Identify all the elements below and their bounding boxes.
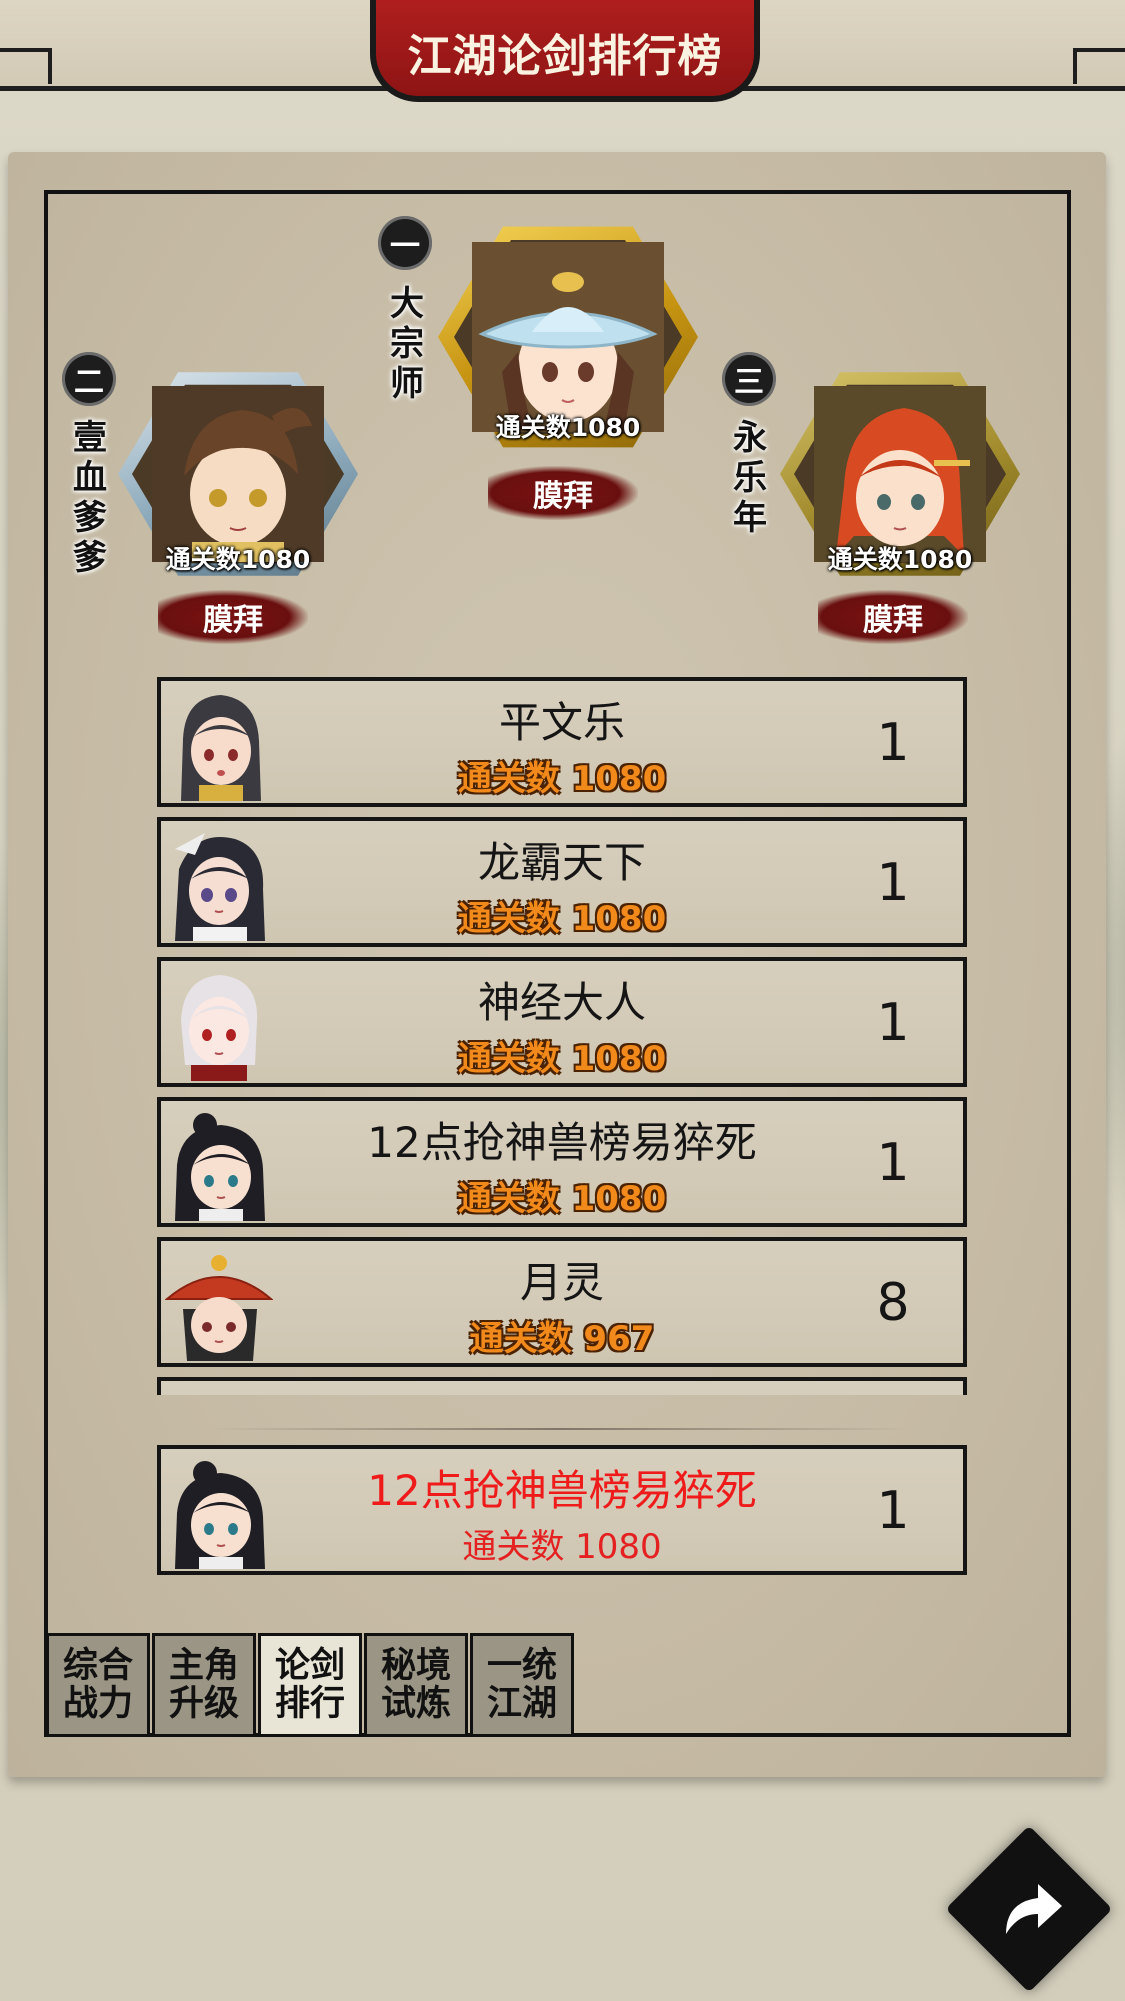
player-score: 通关数 1080 [457,759,667,799]
podium-second-worship-button[interactable]: 膜拜 [158,590,308,644]
ranking-row[interactable]: 月灵 通关数 967 8 [157,1237,967,1367]
podium-second-rank-badge: 二 [62,352,116,406]
podium-first-rank-badge: 一 [378,216,432,270]
podium-second[interactable]: 通关数1080 [118,368,358,580]
page-title: 江湖论剑排行榜 [407,31,723,82]
title-banner: 江湖论剑排行榜 [370,0,760,102]
player-avatar [165,1109,273,1221]
player-rank: 8 [876,1273,910,1333]
podium-second-name: 壹 血 爹 爹 [73,418,107,578]
podium-third[interactable]: 通关数1080 [780,368,1020,580]
player-name: 平文乐 [498,698,625,747]
podium-third-rank-badge: 三 [722,352,776,406]
player-rank: 1 [876,713,910,773]
my-score: 通关数 1080 [462,1527,662,1567]
podium-first-score: 通关数1080 [495,413,641,442]
tab-overall-power[interactable]: 综合 战力 [46,1633,150,1737]
return-arrow-icon[interactable] [992,1868,1072,1948]
tab-unify-jianghu[interactable]: 一统 江湖 [470,1633,574,1737]
tab-hero-level[interactable]: 主角 升级 [152,1633,256,1737]
tab-secret-trial[interactable]: 秘境 试炼 [364,1633,468,1737]
category-tabs: 综合 战力 主角 升级 论剑 排行 秘境 试炼 一统 江湖 [46,1633,576,1737]
podium-third-worship-button[interactable]: 膜拜 [818,590,968,644]
podium-first-name: 大 宗 师 [390,284,424,404]
tab-sword-ranking[interactable]: 论剑 排行 [258,1633,362,1737]
corner-ornament-left [0,48,52,84]
ranking-row[interactable]: 龙霸天下 通关数 1080 1 [157,817,967,947]
podium-first[interactable]: 通关数1080 [438,222,698,452]
player-avatar [165,969,273,1081]
player-score: 通关数 1080 [457,1039,667,1079]
my-avatar [165,1457,273,1569]
podium-first-worship-button[interactable]: 膜拜 [488,466,638,520]
my-rank-row[interactable]: 12点抢神兽榜易猝死 通关数 1080 1 [157,1445,967,1575]
list-divider [210,1428,910,1430]
player-score: 通关数 967 [469,1319,655,1359]
podium-third-score: 通关数1080 [827,545,973,574]
player-rank: 1 [876,993,910,1053]
player-score: 通关数 1080 [457,899,667,939]
player-score: 通关数 1080 [457,1179,667,1219]
ranking-row[interactable]: 神经大人 通关数 1080 1 [157,957,967,1087]
player-name: 神经大人 [477,978,646,1027]
player-avatar [165,829,273,941]
player-rank: 1 [876,853,910,913]
ranking-row[interactable]: 平文乐 通关数 1080 1 [157,677,967,807]
ranking-list[interactable]: 平文乐 通关数 1080 1 龙霸天下 通关数 1080 1 神经大人 通关数 … [155,675,969,1395]
podium-second-score: 通关数1080 [165,545,311,574]
podium-first-avatar [472,242,664,432]
podium-third-name: 永 乐 年 [733,418,767,538]
ranking-row[interactable] [157,1377,967,1395]
corner-ornament-right [1073,48,1125,84]
my-name: 12点抢神兽榜易猝死 [367,1466,757,1515]
player-name: 龙霸天下 [477,838,646,887]
podium-second-avatar [152,386,324,562]
player-avatar [165,689,273,801]
player-name: 月灵 [519,1258,604,1307]
ranking-row[interactable]: 12点抢神兽榜易猝死 通关数 1080 1 [157,1097,967,1227]
podium-third-avatar [814,386,986,562]
my-rank: 1 [876,1481,910,1541]
player-avatar [165,1249,273,1361]
player-rank: 1 [876,1133,910,1193]
leaderboard-screen: 江湖论剑排行榜 通关数1080 一 大 宗 师 膜拜 通关数1080 二 壹 血… [0,0,1125,2001]
player-name: 12点抢神兽榜易猝死 [367,1118,757,1167]
